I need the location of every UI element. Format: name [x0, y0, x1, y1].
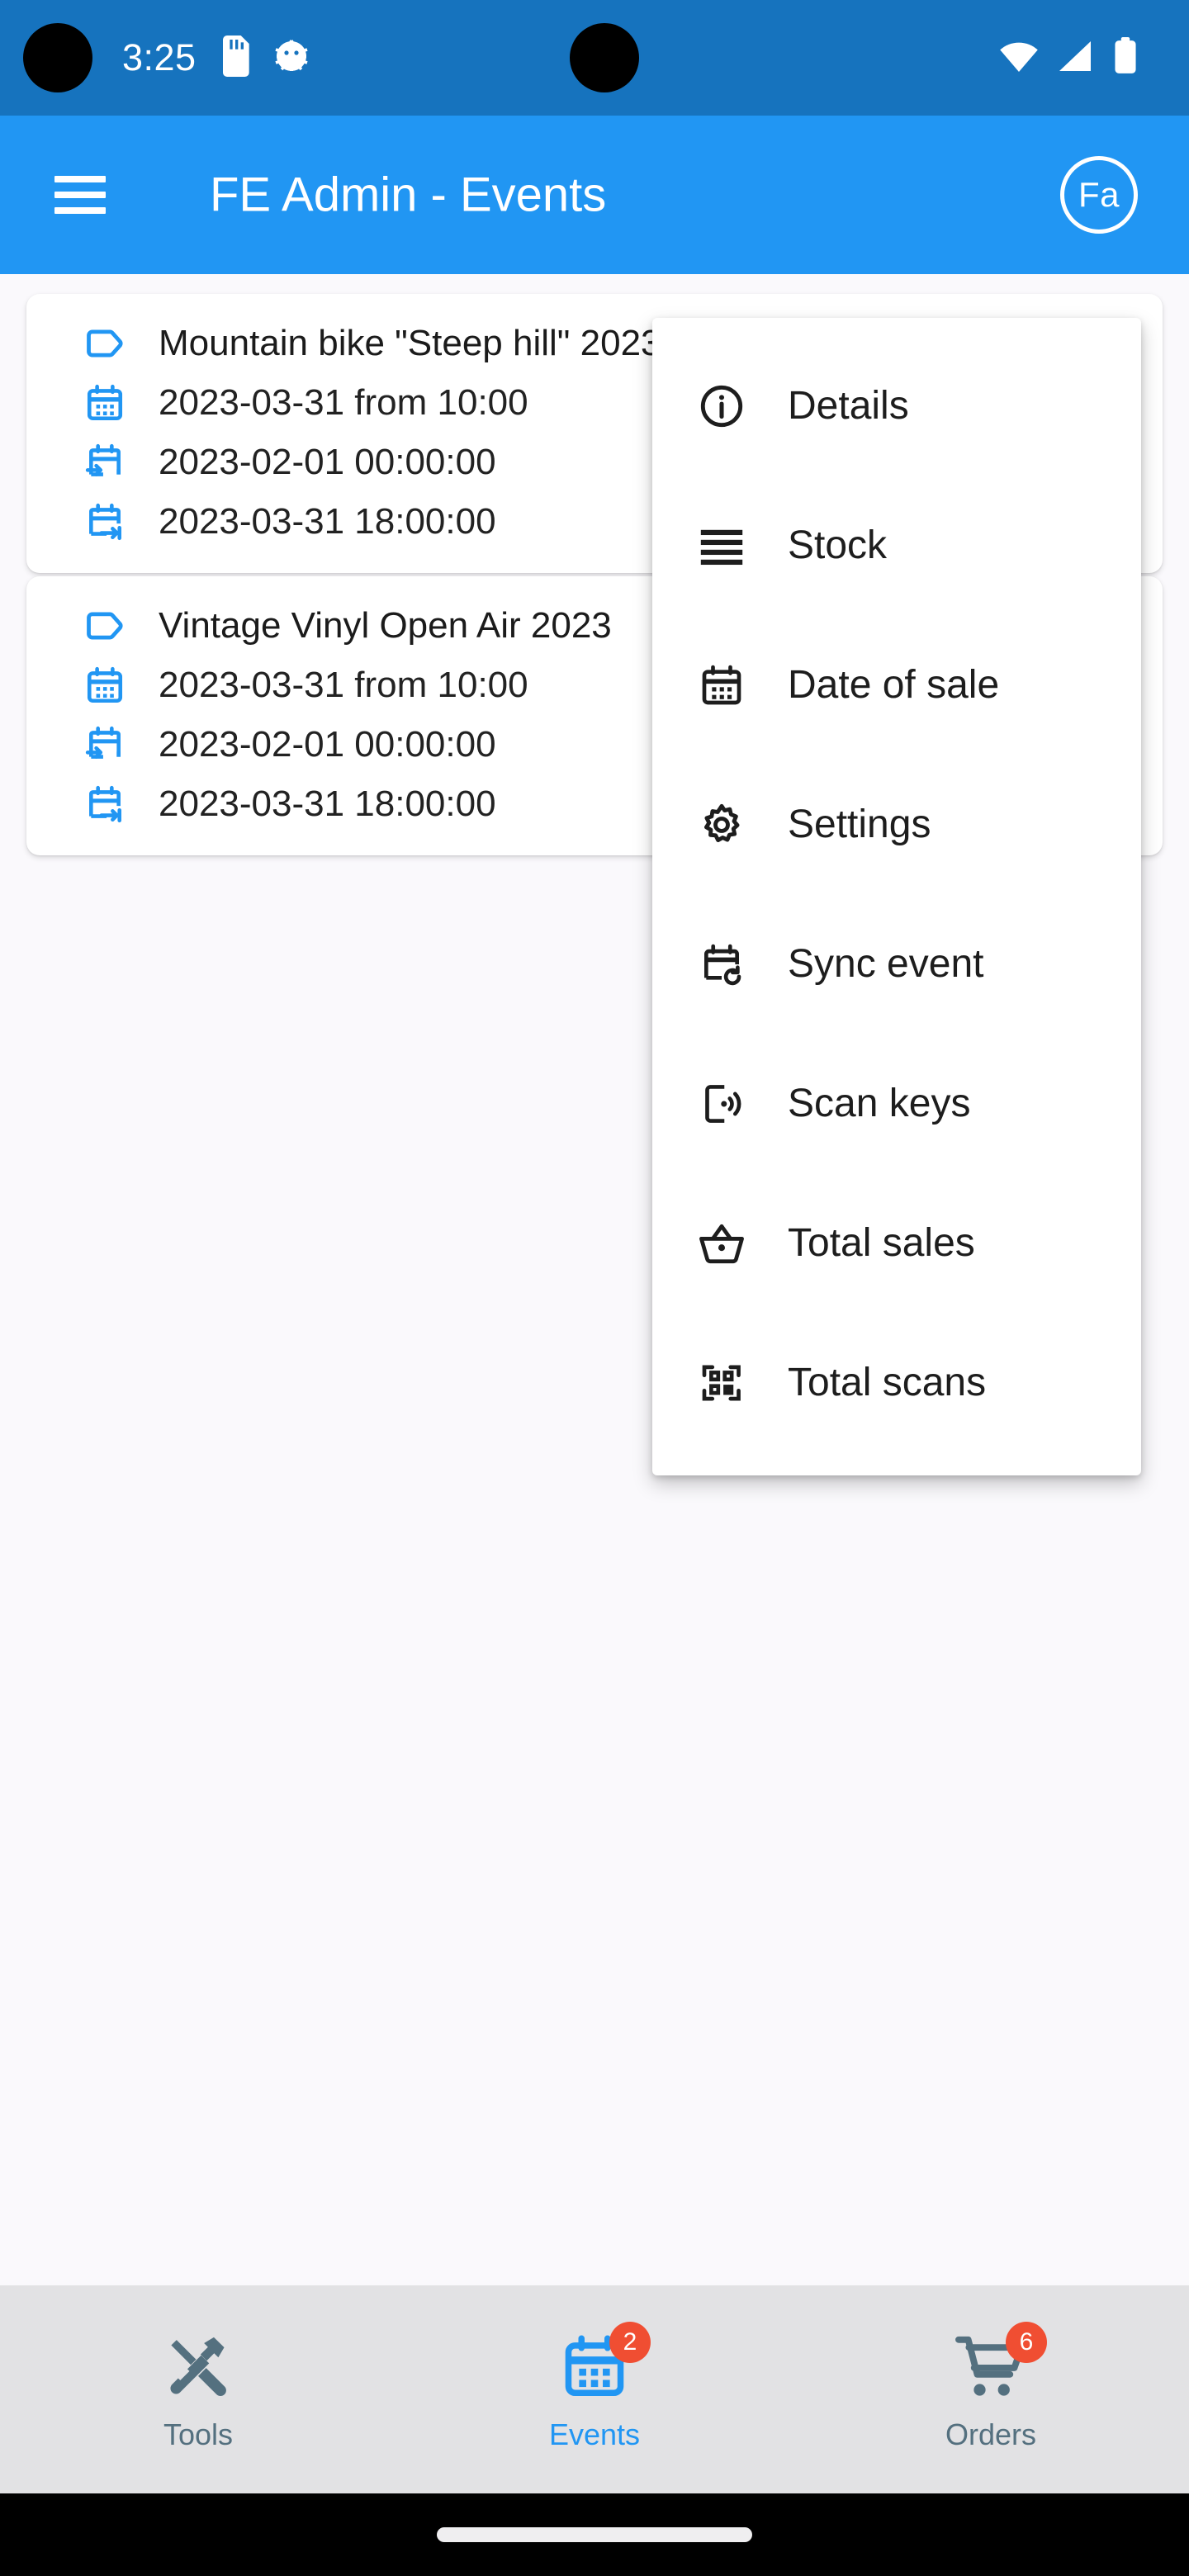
menu-item-label: Stock	[788, 523, 887, 568]
calendar-sync-icon	[697, 940, 746, 989]
status-badge: 6	[1006, 2322, 1047, 2363]
calendar-sale-start-icon	[83, 722, 127, 767]
shopping-cart-icon: 6	[951, 2327, 1030, 2406]
hamburger-menu-icon[interactable]	[54, 176, 106, 214]
page-title: FE Admin - Events	[210, 168, 606, 223]
menu-item-date-of-sale[interactable]: Date of sale	[652, 615, 1141, 755]
menu-item-label: Total sales	[788, 1220, 975, 1266]
camera-punch-hole-left	[23, 23, 92, 92]
menu-item-stock[interactable]: Stock	[652, 476, 1141, 615]
sd-card-icon	[219, 36, 252, 81]
context-menu: Details Stock Date of sale Settings Sync	[652, 318, 1141, 1475]
calendar-icon	[83, 663, 127, 708]
bottom-navigation: Tools 2 Events	[0, 2285, 1189, 2493]
camera-punch-hole-right	[570, 23, 639, 92]
avatar-initials: Fa	[1078, 175, 1120, 215]
gear-icon	[697, 800, 746, 850]
sale-start: 2023-02-01 00:00:00	[159, 724, 496, 765]
cellular-signal-icon	[1057, 40, 1095, 77]
menu-item-label: Date of sale	[788, 662, 999, 708]
avatar[interactable]: Fa	[1060, 156, 1138, 234]
info-circle-icon	[697, 381, 746, 431]
sale-start: 2023-02-01 00:00:00	[159, 442, 496, 483]
nav-tab-orders[interactable]: 6 Orders	[793, 2285, 1189, 2493]
calendar-icon	[83, 381, 127, 425]
status-badge: 2	[609, 2322, 651, 2363]
menu-item-label: Scan keys	[788, 1081, 970, 1126]
tools-icon	[159, 2327, 238, 2406]
sale-end: 2023-03-31 18:00:00	[159, 501, 496, 542]
phone-screen: 3:25 FE Admin - Events	[0, 0, 1189, 2576]
menu-item-label: Sync event	[788, 941, 983, 987]
event-date: 2023-03-31 from 10:00	[159, 665, 528, 706]
wifi-icon	[999, 40, 1039, 77]
sale-end: 2023-03-31 18:00:00	[159, 784, 496, 825]
menu-item-total-sales[interactable]: Total sales	[652, 1173, 1141, 1313]
status-bar-left-icons	[219, 0, 311, 116]
tag-icon	[83, 604, 127, 648]
nav-tab-label: Events	[549, 2417, 640, 2452]
nav-tab-label: Orders	[945, 2417, 1036, 2452]
menu-item-details[interactable]: Details	[652, 336, 1141, 476]
calendar-sale-start-icon	[83, 440, 127, 485]
shopping-basket-icon	[697, 1219, 746, 1268]
event-date: 2023-03-31 from 10:00	[159, 382, 528, 424]
battery-icon	[1113, 37, 1138, 79]
qr-code-icon	[697, 1358, 746, 1408]
phone-nfc-icon	[697, 1079, 746, 1129]
menu-item-label: Settings	[788, 802, 931, 847]
nav-tab-tools[interactable]: Tools	[0, 2285, 396, 2493]
menu-item-label: Details	[788, 383, 909, 429]
gesture-navigation-bar	[0, 2493, 1189, 2576]
calendar-sale-end-icon	[83, 782, 127, 826]
list-lines-icon	[697, 521, 746, 571]
calendar-icon: 2	[555, 2327, 634, 2406]
menu-item-settings[interactable]: Settings	[652, 755, 1141, 894]
menu-item-total-scans[interactable]: Total scans	[652, 1313, 1141, 1452]
nav-tab-label: Tools	[163, 2417, 233, 2452]
menu-item-scan-keys[interactable]: Scan keys	[652, 1034, 1141, 1173]
event-title: Mountain bike "Steep hill" 2023	[159, 323, 661, 364]
tag-icon	[83, 321, 127, 366]
calendar-sale-end-icon	[83, 500, 127, 544]
nav-tab-events[interactable]: 2 Events	[396, 2285, 793, 2493]
status-bar-clock: 3:25	[122, 0, 197, 116]
event-title: Vintage Vinyl Open Air 2023	[159, 605, 612, 646]
calendar-icon	[697, 661, 746, 710]
home-indicator[interactable]	[437, 2527, 752, 2542]
app-bar: FE Admin - Events Fa	[0, 116, 1189, 274]
debug-bug-icon	[272, 36, 311, 80]
menu-item-label: Total scans	[788, 1360, 986, 1405]
status-bar-right-icons	[999, 0, 1138, 116]
status-bar: 3:25	[0, 0, 1189, 116]
menu-item-sync-event[interactable]: Sync event	[652, 894, 1141, 1034]
